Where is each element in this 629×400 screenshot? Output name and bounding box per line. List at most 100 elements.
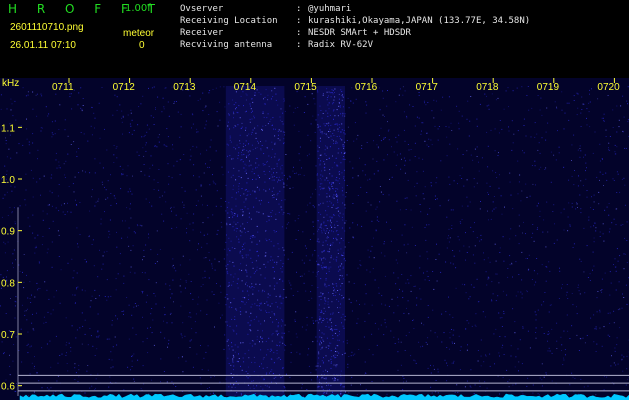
noise-band-speck	[333, 356, 335, 358]
noise-speck	[471, 325, 473, 327]
noise-band-speck	[240, 225, 242, 227]
noise-speck	[215, 150, 217, 152]
noise-speck	[221, 166, 223, 168]
noise-band-speck	[337, 345, 339, 347]
noise-speck	[301, 384, 303, 385]
noise-speck	[359, 157, 360, 159]
noise-band-speck	[228, 386, 230, 388]
noise-band-speck	[244, 303, 246, 305]
noise-band-speck	[244, 232, 246, 234]
noise-speck	[403, 129, 405, 131]
noise-speck	[52, 309, 54, 311]
noise-speck	[298, 215, 300, 216]
noise-speck	[585, 162, 587, 164]
noise-speck	[151, 379, 153, 381]
meteor-count: 0	[139, 40, 145, 51]
noise-band-speck	[340, 384, 342, 386]
noise-band-speck	[319, 257, 321, 259]
noise-speck	[104, 211, 105, 213]
noise-speck	[627, 378, 629, 380]
noise-band-speck	[229, 325, 231, 327]
noise-speck	[466, 150, 468, 152]
noise-speck	[371, 220, 373, 222]
noise-speck	[534, 136, 536, 138]
noise-speck	[523, 152, 525, 154]
noise-speck	[517, 291, 519, 293]
noise-speck	[167, 101, 169, 103]
noise-band-speck	[268, 219, 270, 221]
noise-speck	[103, 251, 105, 253]
noise-speck	[206, 204, 208, 206]
noise-band-speck	[328, 186, 330, 188]
noise-band-speck	[252, 190, 254, 192]
noise-band-speck	[338, 171, 340, 173]
noise-band-speck	[264, 320, 265, 322]
noise-speck	[403, 312, 405, 314]
noise-band-speck	[336, 196, 338, 198]
noise-speck	[389, 178, 391, 180]
noise-speck	[605, 172, 607, 174]
noise-band-speck	[340, 370, 342, 372]
noise-band-speck	[274, 153, 276, 155]
noise-speck	[461, 167, 463, 169]
noise-speck	[98, 335, 100, 337]
noise-speck	[376, 219, 378, 221]
noise-band-speck	[342, 144, 344, 145]
noise-speck	[294, 321, 296, 322]
noise-speck	[437, 392, 439, 394]
noise-band-speck	[269, 171, 271, 173]
noise-speck	[218, 302, 220, 304]
noise-speck	[91, 295, 93, 297]
noise-speck	[537, 309, 539, 311]
noise-speck	[548, 261, 550, 263]
noise-band-speck	[228, 306, 230, 308]
noise-speck	[309, 239, 311, 240]
noise-speck	[42, 236, 44, 237]
noise-speck	[361, 225, 363, 227]
noise-speck	[122, 116, 124, 118]
noise-speck	[484, 381, 486, 383]
noise-speck	[78, 92, 80, 94]
noise-speck	[541, 264, 543, 266]
noise-speck	[349, 161, 351, 163]
noise-speck	[508, 379, 510, 381]
noise-speck	[152, 319, 154, 321]
noise-speck	[5, 379, 7, 381]
noise-speck	[133, 306, 135, 308]
noise-speck	[10, 109, 12, 111]
noise-speck	[32, 108, 34, 110]
noise-band-speck	[245, 264, 247, 266]
noise-speck	[596, 343, 598, 345]
noise-speck	[80, 132, 82, 133]
noise-speck	[511, 120, 513, 122]
noise-speck	[202, 92, 204, 94]
noise-speck	[496, 177, 498, 178]
noise-speck	[407, 179, 409, 181]
noise-speck	[609, 294, 611, 296]
noise-band-speck	[336, 164, 338, 166]
noise-band-speck	[328, 131, 329, 132]
noise-band-speck	[334, 88, 336, 90]
noise-band-speck	[232, 377, 234, 378]
noise-speck	[70, 347, 72, 349]
noise-speck	[596, 176, 598, 178]
noise-speck	[315, 119, 317, 121]
noise-speck	[414, 360, 416, 362]
noise-speck	[173, 301, 174, 303]
noise-speck	[66, 341, 68, 343]
noise-band-speck	[342, 96, 344, 98]
noise-band-speck	[321, 312, 323, 313]
noise-band-speck	[319, 129, 321, 131]
noise-speck	[399, 288, 400, 290]
noise-band-speck	[226, 321, 228, 323]
noise-band-speck	[248, 216, 250, 218]
noise-band-speck	[325, 145, 326, 147]
noise-speck	[378, 135, 380, 136]
noise-speck	[219, 119, 221, 121]
noise-band-speck	[317, 287, 319, 288]
noise-speck	[157, 136, 159, 138]
noise-speck	[204, 106, 206, 108]
noise-band-speck	[249, 237, 251, 239]
noise-speck	[142, 341, 144, 343]
noise-speck	[82, 105, 84, 106]
